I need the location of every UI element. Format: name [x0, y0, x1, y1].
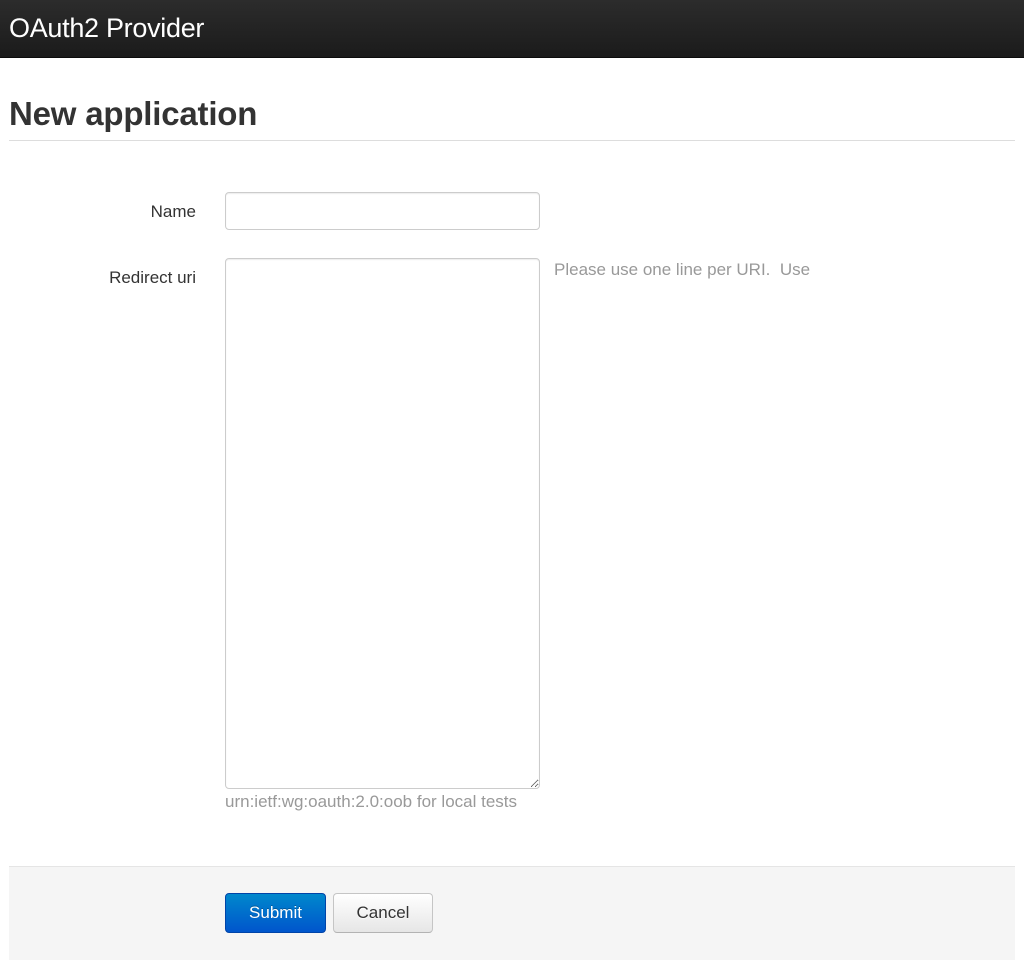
- brand-link[interactable]: OAuth2 Provider: [9, 12, 204, 44]
- page-title: New application: [9, 95, 258, 132]
- redirect-uri-textarea[interactable]: [225, 258, 540, 789]
- redirect-uri-help-inline: Please use one line per URI. Use: [554, 260, 811, 279]
- name-input[interactable]: [225, 192, 540, 230]
- redirect-uri-help-block: urn:ietf:wg:oauth:2.0:oob for local test…: [225, 792, 518, 811]
- cancel-button[interactable]: Cancel: [333, 893, 433, 933]
- top-navbar: OAuth2 Provider: [0, 0, 1024, 58]
- submit-button[interactable]: Submit: [225, 893, 326, 933]
- form-actions: Submit Cancel: [9, 866, 1015, 960]
- page-header: New application: [9, 94, 1015, 141]
- redirect-uri-label: Redirect uri: [109, 268, 196, 287]
- name-label: Name: [150, 202, 196, 221]
